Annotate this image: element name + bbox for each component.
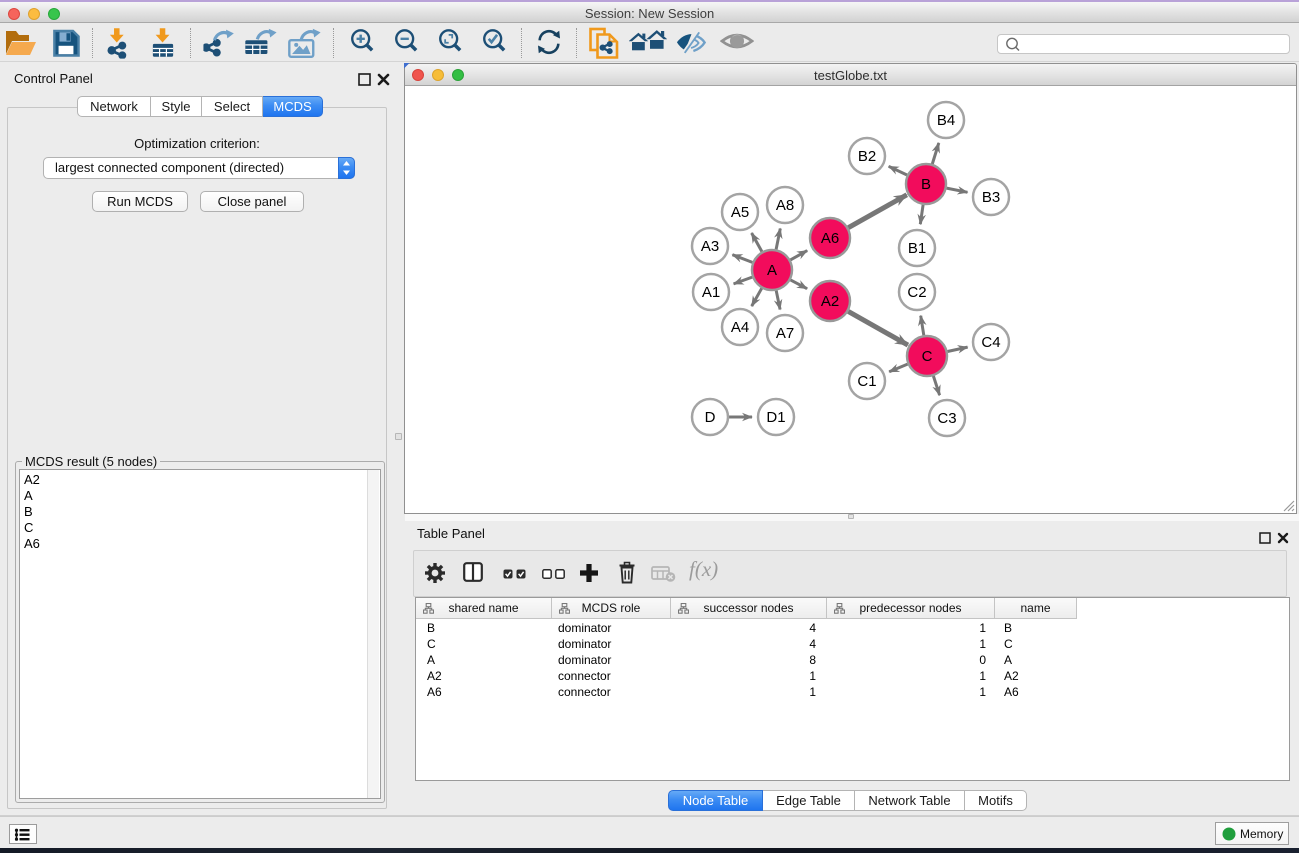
svg-text:C1: C1 (857, 373, 876, 390)
svg-text:A3: A3 (701, 238, 719, 255)
svg-text:D1: D1 (766, 409, 785, 426)
svg-text:D: D (705, 409, 716, 426)
svg-text:B1: B1 (908, 240, 926, 257)
svg-text:C: C (922, 348, 933, 365)
svg-text:A5: A5 (731, 204, 749, 221)
svg-text:A2: A2 (821, 293, 839, 310)
svg-text:C4: C4 (981, 334, 1000, 351)
svg-text:A7: A7 (776, 325, 794, 342)
svg-text:A6: A6 (821, 230, 839, 247)
svg-text:A4: A4 (731, 319, 749, 336)
svg-text:A: A (767, 262, 777, 279)
svg-text:C3: C3 (937, 410, 956, 427)
svg-text:A8: A8 (776, 197, 794, 214)
svg-text:B2: B2 (858, 148, 876, 165)
svg-text:B: B (921, 176, 931, 193)
svg-text:B4: B4 (937, 112, 955, 129)
svg-text:C2: C2 (907, 284, 926, 301)
svg-text:A1: A1 (702, 284, 720, 301)
svg-text:B3: B3 (982, 189, 1000, 206)
